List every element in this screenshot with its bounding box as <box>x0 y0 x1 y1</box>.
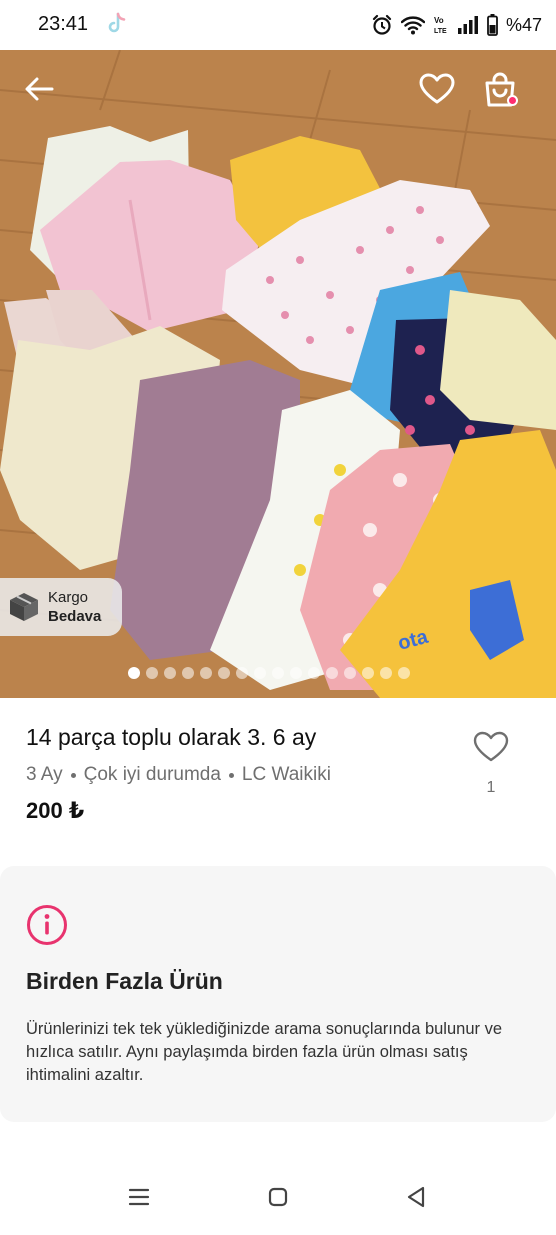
cart-notification-dot <box>507 95 518 106</box>
info-body: Ürünlerinizi tek tek yüklediğinizde aram… <box>26 1020 503 1084</box>
signal-icon <box>457 16 478 34</box>
product-size: 3 Ay <box>26 764 63 785</box>
carousel-dot[interactable] <box>128 667 140 679</box>
recent-apps-button[interactable] <box>124 1182 154 1212</box>
battery-percent: %47 <box>505 14 542 35</box>
carousel-indicator <box>128 666 410 680</box>
product-image-carousel[interactable]: ota Kargo Bedava <box>0 50 556 698</box>
carousel-dot[interactable] <box>308 667 320 679</box>
wifi-icon <box>400 16 425 35</box>
info-title: Birden Fazla Ürün <box>26 968 223 994</box>
carousel-dot[interactable] <box>182 667 194 679</box>
battery-icon <box>487 14 498 36</box>
like-count: 1 <box>486 779 496 796</box>
svg-text:LTE: LTE <box>434 28 447 35</box>
alarm-icon <box>372 14 392 35</box>
heart-icon <box>473 731 509 762</box>
product-brand[interactable]: LC Waikiki <box>242 764 331 786</box>
carousel-dot[interactable] <box>200 667 212 679</box>
carousel-dot[interactable] <box>344 667 356 679</box>
carousel-dot[interactable] <box>398 667 410 679</box>
carousel-dot[interactable] <box>164 667 176 679</box>
favorite-button[interactable] <box>416 68 458 110</box>
back-icon <box>407 1186 425 1208</box>
status-bar: 23:41 Vo LTE %47 <box>0 0 556 50</box>
tiktok-icon <box>108 12 126 33</box>
multiple-items-info-card: Birden Fazla Ürün Ürünlerinizi tek tek y… <box>0 866 556 1122</box>
like-button[interactable] <box>470 728 512 766</box>
carousel-dot[interactable] <box>290 667 302 679</box>
status-time: 23:41 <box>38 13 89 35</box>
system-nav-bar <box>0 1160 556 1235</box>
recent-apps-icon <box>128 1188 150 1206</box>
meta-separator <box>70 772 76 778</box>
free-shipping-badge: Kargo Bedava <box>0 578 122 636</box>
status-icons: Vo LTE %47 <box>371 12 542 38</box>
product-meta: 3 Ay Çok iyi durumda LC Waikiki <box>26 764 331 786</box>
badge-line1: Kargo <box>48 589 89 606</box>
product-title: 14 parça toplu olarak 3. 6 ay <box>26 724 317 750</box>
back-button[interactable] <box>18 68 60 110</box>
info-icon <box>27 905 67 945</box>
carousel-dot[interactable] <box>218 667 230 679</box>
nav-back-button[interactable] <box>401 1182 431 1212</box>
home-icon <box>268 1187 288 1207</box>
carousel-dot[interactable] <box>380 667 392 679</box>
carousel-dot[interactable] <box>326 667 338 679</box>
badge-line2: Bedava <box>48 608 102 625</box>
home-button[interactable] <box>263 1182 293 1212</box>
shopping-bag-button[interactable] <box>478 68 522 112</box>
heart-icon <box>419 73 455 104</box>
carousel-dot[interactable] <box>254 667 266 679</box>
svg-text:Vo: Vo <box>434 16 444 25</box>
product-condition: Çok iyi durumda <box>83 764 221 785</box>
carousel-dot[interactable] <box>236 667 248 679</box>
product-price: 200 ₺ <box>26 798 85 823</box>
back-arrow-icon <box>25 77 54 101</box>
meta-separator <box>228 772 234 778</box>
carousel-dot[interactable] <box>272 667 284 679</box>
volte-icon: Vo LTE <box>434 16 447 35</box>
carousel-dot[interactable] <box>362 667 374 679</box>
package-box-icon <box>10 593 38 621</box>
carousel-dot[interactable] <box>146 667 158 679</box>
